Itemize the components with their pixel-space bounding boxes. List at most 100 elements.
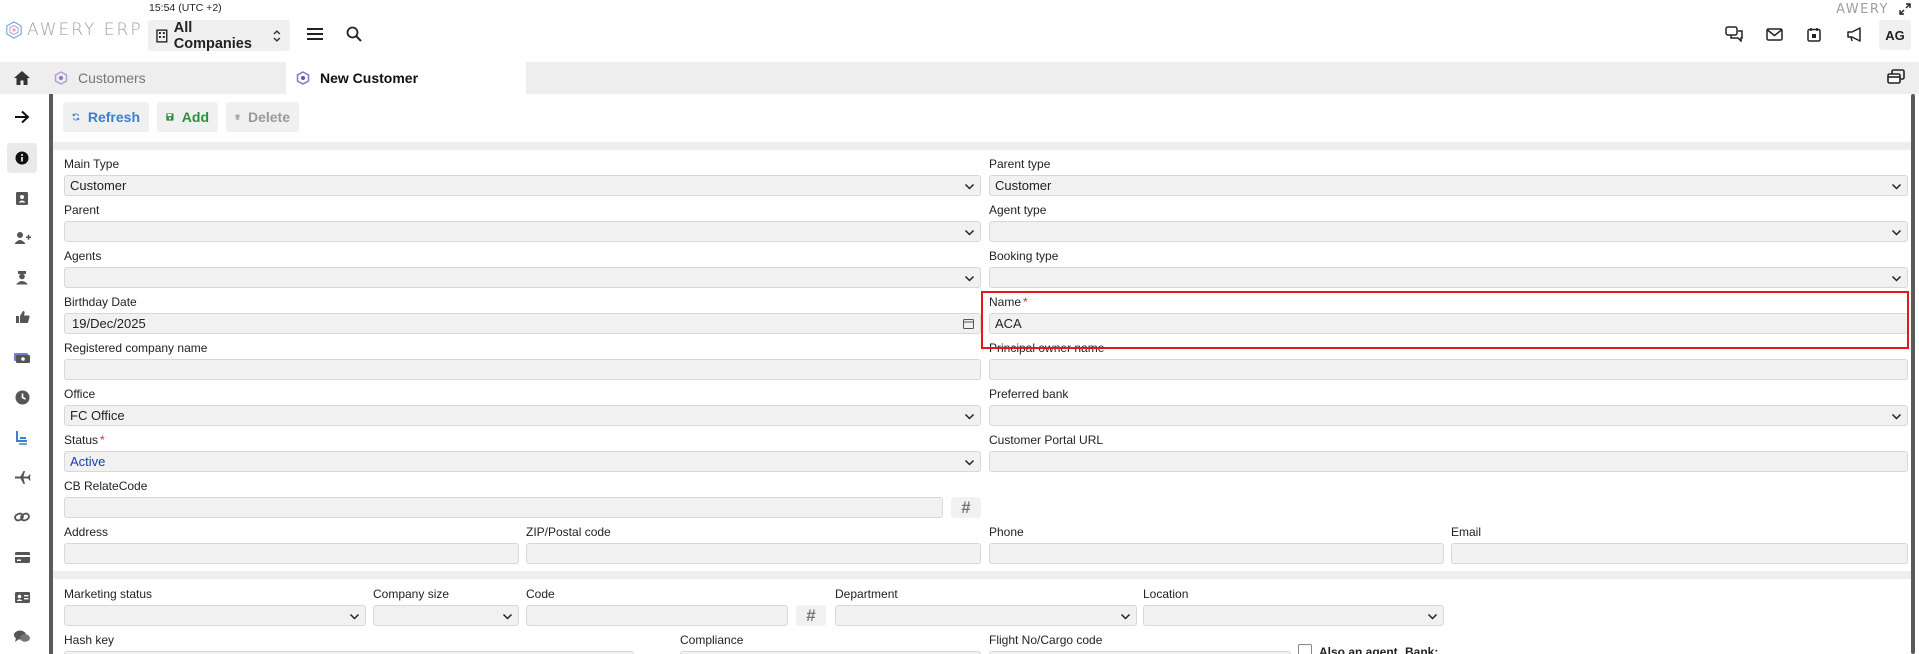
trash-icon [235,114,240,120]
add-button[interactable]: Add [157,102,218,132]
add-label: Add [181,109,209,125]
company-size-select[interactable] [373,605,519,626]
parent-label: Parent [64,203,100,217]
customer-portal-url-label: Customer Portal URL [989,433,1104,447]
location-select[interactable] [1143,605,1444,626]
tab-new-customer[interactable]: New Customer [286,62,526,94]
required-marker: * [100,433,105,447]
arrow-right-icon[interactable] [7,102,37,132]
email-input[interactable] [1451,543,1908,564]
clock-icon[interactable] [7,382,37,412]
contact-card-icon[interactable] [7,183,37,213]
parent-type-label: Parent type [989,157,1051,171]
preferred-bank-label: Preferred bank [989,387,1069,401]
booking-type-select[interactable] [989,267,1908,288]
main-type-value: Customer [70,178,127,193]
status-label: Status * [64,433,105,447]
company-selector[interactable]: All Companies [148,19,290,52]
chat-icon[interactable] [1724,24,1744,44]
delete-button[interactable]: Delete [226,102,299,132]
company-selector-label: All Companies [173,19,252,52]
logo-mark-icon [6,21,22,39]
home-icon[interactable] [13,69,31,87]
building-icon [156,28,168,43]
main-type-select[interactable]: Customer [64,175,981,196]
registered-company-name-input[interactable] [64,359,981,380]
megaphone-icon[interactable] [1844,24,1864,44]
chevron-down-icon [964,459,975,466]
add-user-icon[interactable] [7,223,37,253]
name-value: ACA [995,316,1022,331]
zip-label: ZIP/Postal code [526,525,611,539]
birthday-date-value: 19/Dec/2025 [72,316,146,331]
address-input[interactable] [64,543,519,564]
also-an-agent-label: Also an agent [1319,645,1398,654]
chevron-down-icon [1891,183,1902,190]
name-input[interactable]: ACA [989,313,1908,334]
phone-input[interactable] [989,543,1444,564]
save-icon [166,113,174,121]
vertical-scrollbar[interactable] [1911,94,1915,654]
department-select[interactable] [835,605,1137,626]
customer-portal-url-input[interactable] [989,451,1908,472]
marketing-status-select[interactable] [64,605,366,626]
birthday-date-input[interactable]: 19/Dec/2025 [64,313,981,334]
office-value: FC Office [70,408,125,423]
department-label: Department [835,587,898,601]
toolbar: Refresh Add Delete [63,102,299,132]
code-label: Code [526,587,555,601]
windows-icon[interactable] [1886,68,1906,86]
chevron-down-icon [964,413,975,420]
principal-owner-name-input[interactable] [989,359,1908,380]
cb-relatecode-input[interactable] [64,497,943,518]
hash-generate-button[interactable]: # [951,497,981,518]
booking-type-label: Booking type [989,249,1059,263]
tab-customers[interactable]: Customers [54,62,284,94]
code-hash-button[interactable]: # [796,605,826,626]
money-icon[interactable] [7,342,37,372]
compliance-label: Compliance [680,633,744,647]
principal-owner-name-label: Principal owner name [989,341,1105,355]
sidebar [0,94,44,654]
calendar-icon[interactable] [1804,24,1824,44]
office-select[interactable]: FC Office [64,405,981,426]
seat-icon[interactable] [7,422,37,452]
mail-icon[interactable] [1764,24,1784,44]
search-icon[interactable] [344,24,364,44]
info-icon[interactable] [7,143,37,173]
parent-type-value: Customer [995,178,1052,193]
customers-tab-icon [54,71,68,85]
required-marker: * [1023,295,1028,309]
chevron-down-icon [1891,275,1902,282]
avatar[interactable]: AG [1879,20,1911,50]
agents-select[interactable] [64,267,981,288]
id-card-icon[interactable] [7,582,37,612]
parent-select[interactable] [64,221,981,242]
comments-icon[interactable] [7,621,37,651]
registered-company-name-label: Registered company name [64,341,208,355]
status-select[interactable]: Active [64,451,981,472]
calendar-icon[interactable] [963,318,974,329]
zip-input[interactable] [526,543,981,564]
agent-type-select[interactable] [989,221,1908,242]
code-input[interactable] [526,605,788,626]
company-size-label: Company size [373,587,450,601]
expand-icon[interactable] [1898,2,1912,16]
main-type-label: Main Type [64,157,120,171]
link-icon[interactable] [7,502,37,532]
plane-icon[interactable] [7,462,37,492]
preferred-bank-select[interactable] [989,405,1908,426]
app-logo[interactable]: AWERY ERP [5,19,143,41]
agent-icon[interactable] [7,262,37,292]
flight-no-label: Flight No/Cargo code [989,633,1103,647]
also-an-agent-checkbox[interactable] [1298,644,1312,654]
refresh-button[interactable]: Refresh [63,102,149,132]
section-separator [53,142,1911,150]
card-icon[interactable] [7,542,37,572]
menu-icon[interactable] [305,24,325,44]
parent-type-select[interactable]: Customer [989,175,1908,196]
phone-label: Phone [989,525,1024,539]
location-label: Location [1143,587,1189,601]
thumbs-up-icon[interactable] [7,302,37,332]
chevron-down-icon [502,613,513,620]
